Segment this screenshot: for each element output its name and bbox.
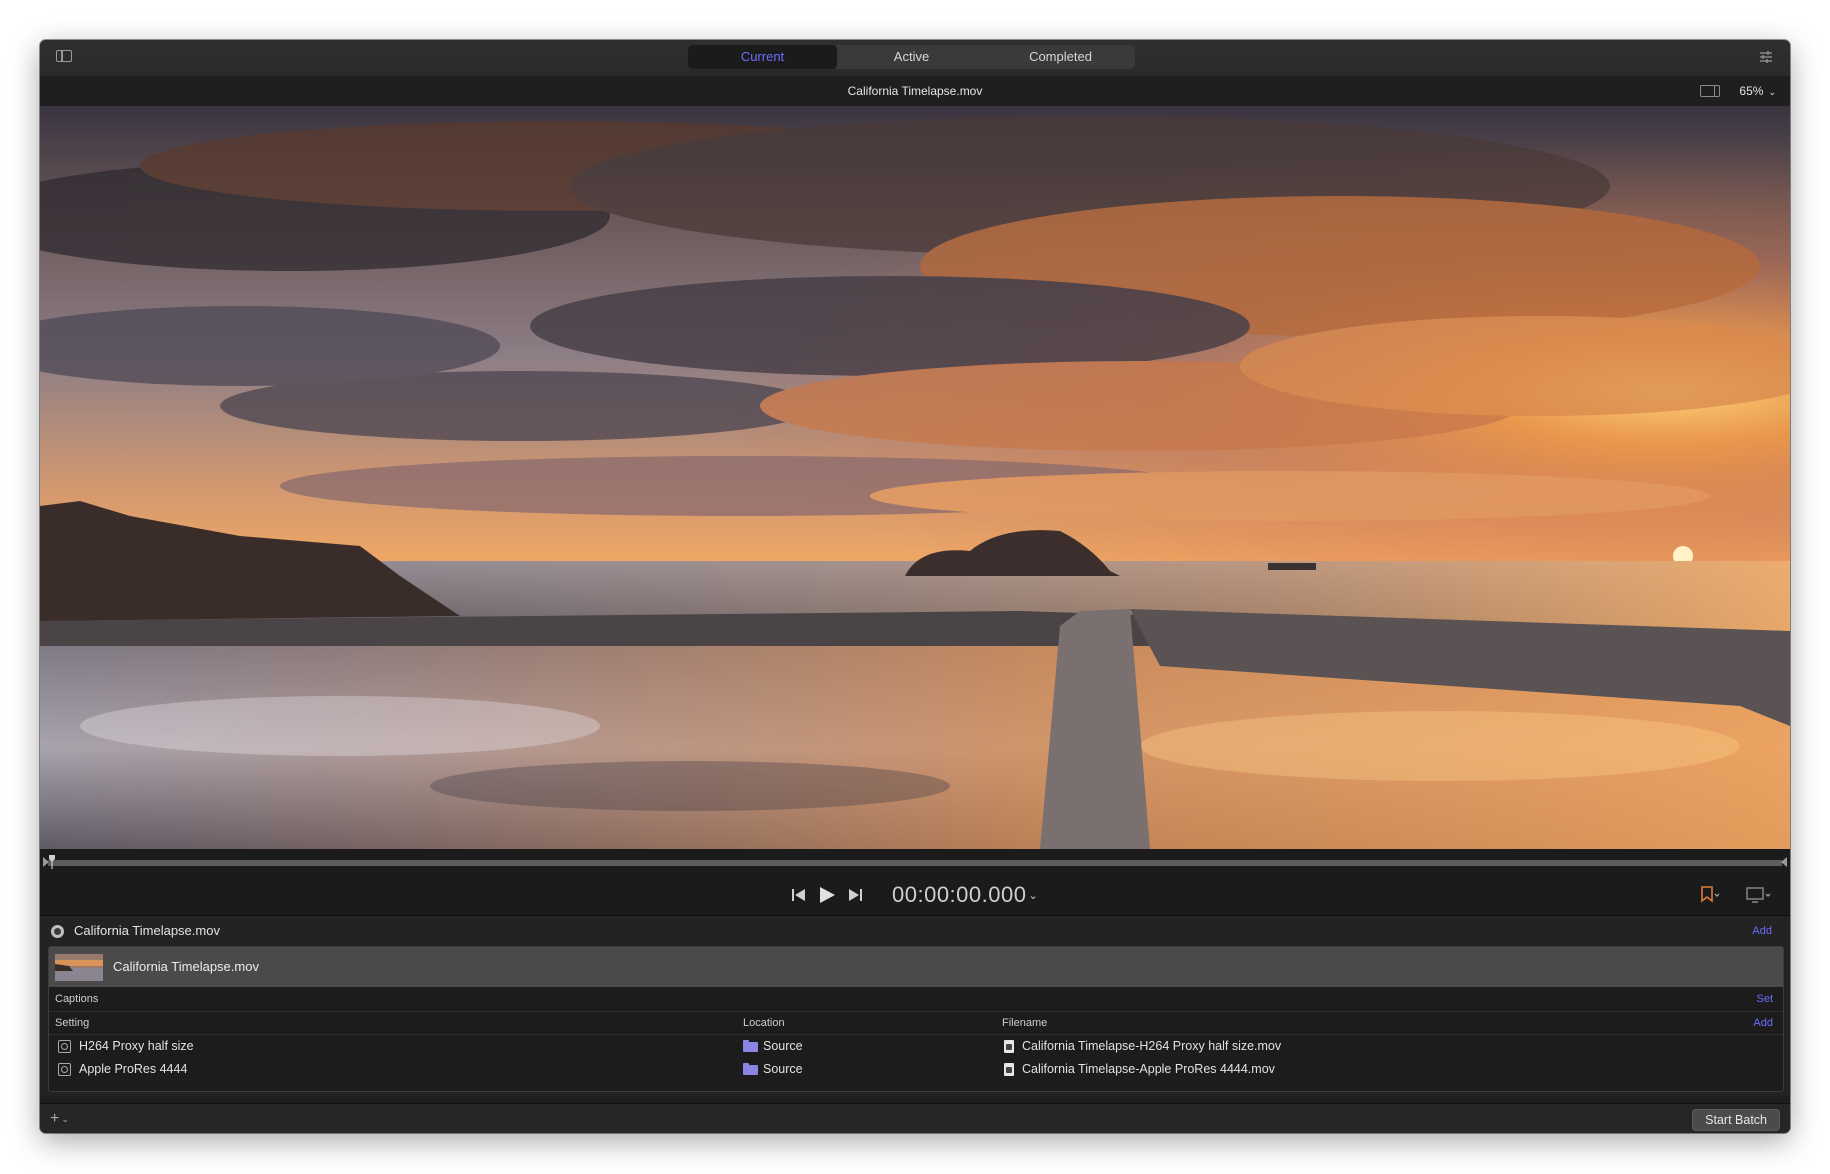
split-view-icon[interactable] xyxy=(1700,85,1720,97)
folder-icon xyxy=(743,1063,758,1075)
setting-icon xyxy=(58,1063,71,1076)
video-viewer[interactable] xyxy=(40,106,1790,849)
tab-current[interactable]: Current xyxy=(688,45,837,69)
column-filename[interactable]: Filename xyxy=(1002,1012,1047,1034)
tab-active[interactable]: Active xyxy=(837,45,986,69)
tab-completed[interactable]: Completed xyxy=(986,45,1135,69)
source-thumbnail xyxy=(55,954,103,981)
compressor-window: Current Active Completed California Time… xyxy=(40,40,1790,1133)
output-location[interactable]: Source xyxy=(763,1035,803,1058)
zoom-value: 65% xyxy=(1739,84,1764,98)
view-tabs: Current Active Completed xyxy=(688,45,1135,69)
transport-controls: 00:00:00.000 ⌄ xyxy=(40,875,1790,916)
bookmark-marker-icon[interactable] xyxy=(1700,886,1720,904)
output-row[interactable]: Apple ProRes 4444 Source California Time… xyxy=(49,1058,1783,1081)
source-row[interactable]: California Timelapse.mov xyxy=(49,947,1783,987)
bottom-bar: + ⌄ Start Batch xyxy=(40,1103,1790,1133)
output-filename[interactable]: California Timelapse-H264 Proxy half siz… xyxy=(1022,1035,1281,1058)
source-media-icon xyxy=(51,925,64,938)
output-filename[interactable]: California Timelapse-Apple ProRes 4444.m… xyxy=(1022,1058,1275,1081)
output-location[interactable]: Source xyxy=(763,1058,803,1081)
timecode-display[interactable]: 00:00:00.000 ⌄ xyxy=(892,880,1038,911)
captions-row: Captions Set xyxy=(49,987,1783,1012)
add-source-menu[interactable]: + ⌄ xyxy=(50,1104,69,1133)
output-setting: Apple ProRes 4444 xyxy=(79,1062,188,1076)
source-name: California Timelapse.mov xyxy=(113,959,259,974)
toolbar: Current Active Completed xyxy=(40,40,1790,77)
folder-icon xyxy=(743,1040,758,1052)
timecode-value: 00:00:00.000 xyxy=(892,882,1027,907)
batch-area: California Timelapse.mov Add California … xyxy=(40,916,1790,1096)
display-output-icon[interactable] xyxy=(1746,886,1772,904)
playhead-icon[interactable] xyxy=(49,855,55,869)
chevron-down-icon: ⌄ xyxy=(61,1114,69,1124)
movie-file-icon xyxy=(1004,1040,1014,1053)
timeline-scrubber[interactable] xyxy=(40,849,1790,875)
setting-icon xyxy=(58,1040,71,1053)
captions-set-button[interactable]: Set xyxy=(1756,987,1773,1011)
output-row[interactable]: H264 Proxy half size Source California T… xyxy=(49,1035,1783,1058)
plus-icon: + xyxy=(50,1110,60,1128)
outputs-column-header: Setting Location Filename Add xyxy=(49,1012,1783,1035)
sidebar-toggle-icon[interactable] xyxy=(56,50,72,62)
job-name: California Timelapse.mov xyxy=(74,923,220,938)
viewer-file-title: California Timelapse.mov xyxy=(847,84,983,98)
video-frame-image xyxy=(40,106,1790,849)
skip-forward-icon[interactable] xyxy=(846,884,864,906)
add-setting-button[interactable]: Add xyxy=(1753,1012,1773,1034)
job-panel: California Timelapse.mov Captions Set Se… xyxy=(48,946,1784,1092)
column-setting[interactable]: Setting xyxy=(55,1012,89,1034)
out-point-marker[interactable] xyxy=(1781,857,1787,867)
captions-label: Captions xyxy=(55,993,99,1005)
chevron-down-icon: ⌄ xyxy=(1768,87,1776,97)
output-setting: H264 Proxy half size xyxy=(79,1039,194,1053)
zoom-menu[interactable]: 65% ⌄ xyxy=(1739,76,1776,107)
viewer-titlebar: California Timelapse.mov 65% ⌄ xyxy=(40,76,1790,106)
movie-file-icon xyxy=(1004,1063,1014,1076)
start-batch-button[interactable]: Start Batch xyxy=(1692,1109,1780,1131)
job-header: California Timelapse.mov Add xyxy=(40,916,1790,946)
add-output-button[interactable]: Add xyxy=(1752,916,1772,946)
column-location[interactable]: Location xyxy=(743,1012,785,1034)
skip-back-icon[interactable] xyxy=(790,884,808,906)
scrubber-track[interactable] xyxy=(48,860,1782,866)
chevron-down-icon: ⌄ xyxy=(1028,890,1039,903)
play-icon[interactable] xyxy=(816,884,838,906)
inspector-adjust-icon[interactable] xyxy=(1758,49,1774,65)
